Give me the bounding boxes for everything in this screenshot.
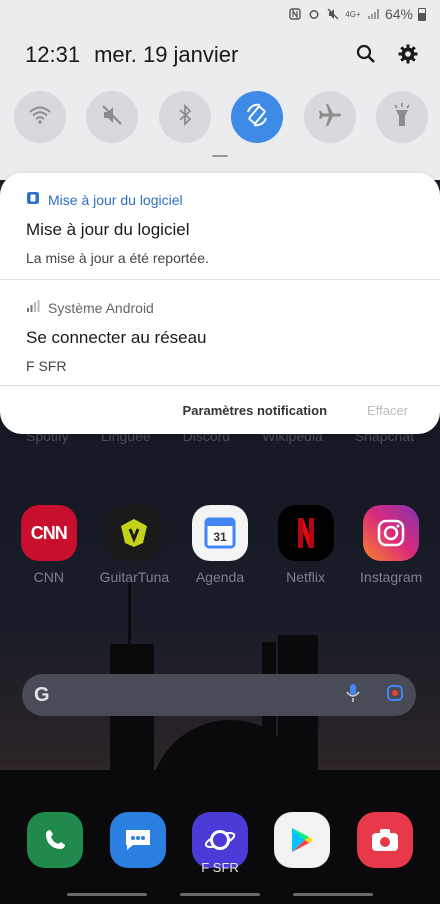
app-netflix[interactable]: Netflix (266, 505, 346, 585)
netflix-icon (277, 505, 334, 561)
app-agenda[interactable]: 31 Agenda (180, 505, 260, 585)
flashlight-toggle[interactable] (375, 91, 428, 143)
airplane-icon (317, 102, 343, 133)
navigation-bar (0, 893, 440, 896)
microphone-icon[interactable] (346, 683, 360, 708)
notification-app-header: Système Android (26, 299, 416, 316)
app-label: Agenda (195, 569, 245, 585)
nav-recent-button[interactable] (66, 893, 147, 896)
notification-title: Mise à jour du logiciel (26, 220, 190, 239)
notification-software-update[interactable]: Mise à jour du logiciel Mise à jour du l… (26, 191, 416, 267)
wifi-toggle[interactable] (14, 91, 66, 143)
notification-app-name: Système Android (48, 299, 154, 316)
google-lens-icon[interactable] (386, 684, 404, 707)
panel-drag-handle[interactable] (212, 155, 228, 157)
settings-gear-icon[interactable] (398, 44, 418, 69)
bluetooth-icon (177, 103, 193, 131)
app-label: Netflix (286, 569, 326, 585)
notification-title: Se connecter au réseau (26, 328, 207, 347)
signal-icon (366, 8, 380, 20)
bluetooth-toggle[interactable] (158, 91, 211, 143)
cnn-icon: CNN (20, 505, 77, 561)
date-label: mer. 19 janvier (94, 42, 239, 67)
airplane-mode-toggle[interactable] (303, 91, 356, 143)
notification-card: Mise à jour du logiciel Mise à jour du l… (0, 173, 440, 434)
notification-app-header: Mise à jour du logiciel (26, 191, 416, 208)
auto-rotate-icon (244, 102, 270, 133)
google-search-bar[interactable]: G (22, 674, 416, 716)
quick-settings-row (14, 91, 428, 143)
app-label: Instagram (360, 569, 423, 585)
app-label: GuitarTuna (99, 569, 170, 585)
notification-actions: Paramètres notification Effacer (183, 403, 408, 418)
nav-back-button[interactable] (293, 893, 374, 896)
nfc-icon (288, 8, 302, 20)
network-type: 4G+ (345, 9, 361, 19)
status-bar: 4G+ 64% (288, 4, 426, 24)
mute-status-icon (326, 8, 340, 20)
clock-date[interactable]: 12:31 mer. 19 janvier (25, 42, 238, 68)
battery-percentage: 64% (384, 6, 413, 22)
battery-icon (418, 7, 426, 21)
notification-app-name: Mise à jour du logiciel (48, 191, 183, 208)
software-update-icon (26, 191, 40, 208)
instagram-icon (363, 505, 420, 561)
notification-android-system[interactable]: Système Android Se connecter au réseau F… (26, 299, 416, 375)
auto-rotate-toggle[interactable] (231, 91, 284, 143)
app-cnn[interactable]: CNN CNN (9, 505, 89, 585)
app-grid-row: CNN CNN GuitarTuna 31 Agenda Netflix Ins… (0, 505, 440, 585)
calendar-icon: 31 (191, 505, 248, 561)
notification-settings-button[interactable]: Paramètres notification (183, 403, 328, 418)
notification-divider (0, 385, 440, 386)
app-guitartuna[interactable]: GuitarTuna (94, 505, 174, 585)
signal-warning-icon (26, 299, 40, 316)
app-label: CNN (33, 569, 64, 585)
notification-divider (0, 279, 440, 280)
carrier-label: F SFR (201, 860, 239, 875)
wifi-icon (28, 105, 52, 130)
guitartuna-icon (106, 505, 163, 561)
mute-icon (101, 104, 123, 131)
search-icon[interactable] (356, 44, 376, 69)
svg-text:31: 31 (213, 530, 227, 544)
quick-settings-panel: 4G+ 64% 12:31 mer. 19 janvier (0, 0, 440, 180)
clock-time: 12:31 (25, 42, 81, 67)
flashlight-icon (392, 102, 412, 133)
sound-toggle[interactable] (86, 91, 139, 143)
clear-button[interactable]: Effacer (367, 403, 408, 418)
notification-body: F SFR (26, 358, 67, 374)
notification-body: La mise à jour a été reportée. (26, 250, 209, 266)
alarm-icon (307, 8, 321, 20)
app-instagram[interactable]: Instagram (351, 505, 431, 585)
nav-home-button[interactable] (179, 893, 260, 896)
google-logo-icon: G (34, 683, 50, 706)
